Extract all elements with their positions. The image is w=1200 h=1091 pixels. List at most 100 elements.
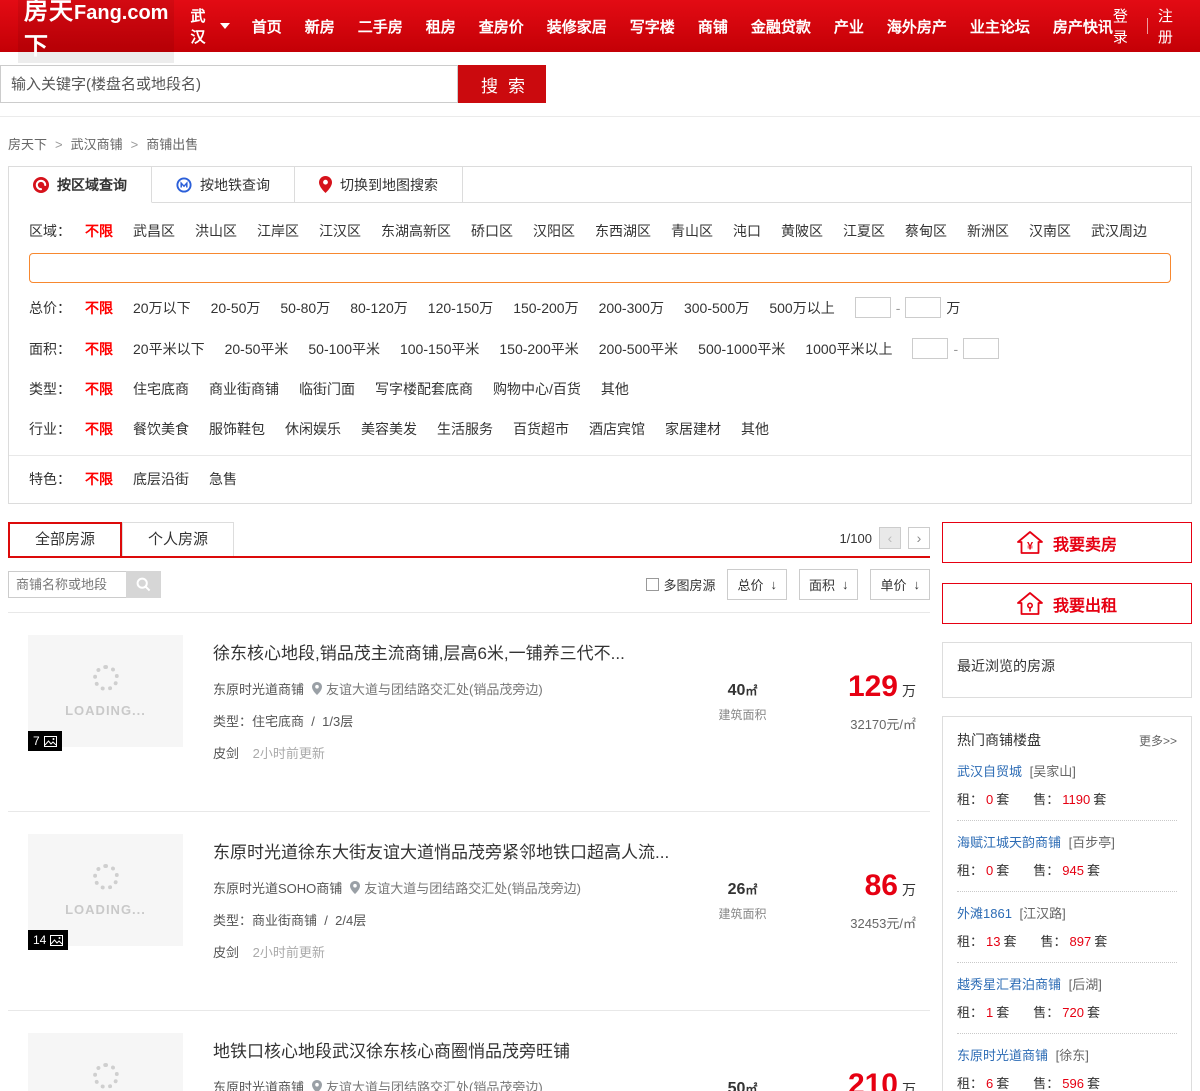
price-max-input[interactable]	[905, 297, 942, 318]
rent-out-button[interactable]: 我要出租	[942, 583, 1192, 624]
area-min-input[interactable]	[912, 338, 949, 359]
filter-option[interactable]: 200-300万	[599, 300, 664, 316]
nav-item[interactable]: 海外房产	[887, 16, 947, 37]
filter-option[interactable]: 20-50万	[211, 300, 261, 316]
filter-option[interactable]: 美容美发	[361, 421, 417, 437]
filter-option[interactable]: 酒店宾馆	[589, 421, 645, 437]
multi-image-checkbox[interactable]	[646, 578, 660, 591]
nav-item[interactable]: 写字楼	[630, 16, 675, 37]
filter-option[interactable]: 江夏区	[843, 223, 885, 239]
hot-shop-name[interactable]: 海赋江城天韵商铺	[957, 835, 1061, 850]
estate-name[interactable]: 东原时光道SOHO商铺	[213, 878, 342, 897]
filter-selected[interactable]: 不限	[85, 419, 113, 439]
filter-option[interactable]: 洪山区	[195, 223, 237, 239]
multi-image-filter[interactable]: 多图房源	[646, 575, 715, 594]
filter-selected[interactable]: 不限	[85, 298, 113, 318]
filter-selected[interactable]: 不限	[85, 379, 113, 399]
filter-option[interactable]: 50-100平米	[308, 341, 380, 357]
breadcrumb-item[interactable]: 房天下	[8, 134, 63, 153]
nav-item[interactable]: 新房	[305, 16, 335, 37]
filter-selected[interactable]: 不限	[85, 469, 113, 489]
filter-option[interactable]: 沌口	[733, 223, 761, 239]
filter-option[interactable]: 500万以上	[769, 300, 834, 316]
listing-title[interactable]: 地铁口核心地段武汉徐东核心商圈悄品茂旁旺铺	[213, 1037, 690, 1062]
filter-option[interactable]: 服饰鞋包	[209, 421, 265, 437]
filter-option[interactable]: 青山区	[671, 223, 713, 239]
mini-search-input[interactable]	[8, 571, 126, 598]
nav-item[interactable]: 装修家居	[547, 16, 607, 37]
tab-switch-to-map-search[interactable]: 切换到地图搜索	[295, 167, 463, 202]
listing-thumbnail[interactable]: LOADING... 12	[28, 1033, 183, 1091]
agent-name[interactable]: 皮剑	[213, 945, 239, 960]
login-link[interactable]: 登录	[1113, 5, 1137, 47]
breadcrumb-item[interactable]: 商铺出售	[146, 134, 198, 153]
sort-button[interactable]: 面积 ↓	[798, 569, 859, 600]
nav-item[interactable]: 租房	[426, 16, 456, 37]
filter-option[interactable]: 急售	[209, 471, 237, 487]
hot-shop-name[interactable]: 武汉自贸城	[957, 764, 1022, 779]
filter-option[interactable]: 东湖高新区	[381, 223, 451, 239]
search-button[interactable]: 搜索	[458, 65, 546, 103]
filter-option[interactable]: 300-500万	[684, 300, 749, 316]
mini-search-button[interactable]	[126, 571, 161, 598]
hot-shop-name[interactable]: 越秀星汇君泊商铺	[957, 977, 1061, 992]
filter-option[interactable]: 500-1000平米	[698, 341, 785, 357]
filter-option[interactable]: 1000平米以上	[805, 341, 892, 357]
tab-query-by-region[interactable]: 按区域查询	[9, 167, 152, 203]
filter-option[interactable]: 20平米以下	[133, 341, 205, 357]
nav-item[interactable]: 首页	[252, 16, 282, 37]
filter-option[interactable]: 购物中心/百货	[493, 381, 581, 397]
filter-option[interactable]: 百货超市	[513, 421, 569, 437]
filter-selected[interactable]: 不限	[85, 221, 113, 241]
filter-option[interactable]: 东西湖区	[595, 223, 651, 239]
filter-option[interactable]: 汉南区	[1029, 223, 1071, 239]
filter-option[interactable]: 汉阳区	[533, 223, 575, 239]
filter-selected[interactable]: 不限	[85, 339, 113, 359]
filter-option[interactable]: 150-200平米	[499, 341, 578, 357]
sort-button[interactable]: 总价 ↓	[727, 569, 787, 600]
site-logo[interactable]: 房天下 Fang.com	[18, 0, 175, 63]
filter-option[interactable]: 武汉周边	[1091, 223, 1147, 239]
hot-shops-more-link[interactable]: 更多>>	[1139, 732, 1177, 749]
filter-option[interactable]: 硚口区	[471, 223, 513, 239]
hot-shop-name[interactable]: 外滩1861	[957, 906, 1012, 921]
price-min-input[interactable]	[854, 297, 891, 318]
nav-item[interactable]: 房产快讯	[1053, 16, 1113, 37]
estate-name[interactable]: 东原时光道商铺	[213, 679, 304, 698]
filter-option[interactable]: 200-500平米	[599, 341, 678, 357]
sort-button[interactable]: 单价 ↓	[870, 569, 930, 600]
filter-option[interactable]: 武昌区	[133, 223, 175, 239]
nav-item[interactable]: 产业	[834, 16, 864, 37]
tab-all-listings[interactable]: 全部房源	[8, 522, 123, 556]
filter-option[interactable]: 100-150平米	[400, 341, 479, 357]
next-page-button[interactable]: ›	[908, 527, 930, 549]
filter-option[interactable]: 其他	[601, 381, 629, 397]
filter-option[interactable]: 江汉区	[319, 223, 361, 239]
nav-item[interactable]: 业主论坛	[970, 16, 1030, 37]
filter-option[interactable]: 休闲娱乐	[285, 421, 341, 437]
keyword-search-input[interactable]	[0, 65, 458, 103]
filter-option[interactable]: 150-200万	[513, 300, 578, 316]
estate-name[interactable]: 东原时光道商铺	[213, 1077, 304, 1091]
filter-option[interactable]: 20-50平米	[225, 341, 289, 357]
filter-option[interactable]: 住宅底商	[133, 381, 189, 397]
city-selector[interactable]: 武汉	[190, 5, 230, 47]
hot-shop-name[interactable]: 东原时光道商铺	[957, 1048, 1048, 1063]
nav-item[interactable]: 商铺	[698, 16, 728, 37]
tab-query-by-metro[interactable]: 按地铁查询	[152, 167, 295, 202]
listing-thumbnail[interactable]: LOADING... 14	[28, 834, 183, 950]
nav-item[interactable]: 查房价	[479, 16, 524, 37]
listing-thumbnail[interactable]: LOADING... 7	[28, 635, 183, 751]
listing-title[interactable]: 徐东核心地段,销品茂主流商铺,层高6米,一铺养三代不...	[213, 639, 690, 664]
filter-option[interactable]: 底层沿街	[133, 471, 189, 487]
filter-option[interactable]: 写字楼配套底商	[375, 381, 473, 397]
agent-name[interactable]: 皮剑	[213, 746, 239, 761]
filter-option[interactable]: 临街门面	[299, 381, 355, 397]
filter-option[interactable]: 餐饮美食	[133, 421, 189, 437]
nav-item[interactable]: 金融贷款	[751, 16, 811, 37]
filter-option[interactable]: 蔡甸区	[905, 223, 947, 239]
sell-house-button[interactable]: ¥ 我要卖房	[942, 522, 1192, 563]
filter-option[interactable]: 生活服务	[437, 421, 493, 437]
listing-title[interactable]: 东原时光道徐东大街友谊大道悄品茂旁紧邻地铁口超高人流...	[213, 838, 690, 863]
nav-item[interactable]: 二手房	[358, 16, 403, 37]
